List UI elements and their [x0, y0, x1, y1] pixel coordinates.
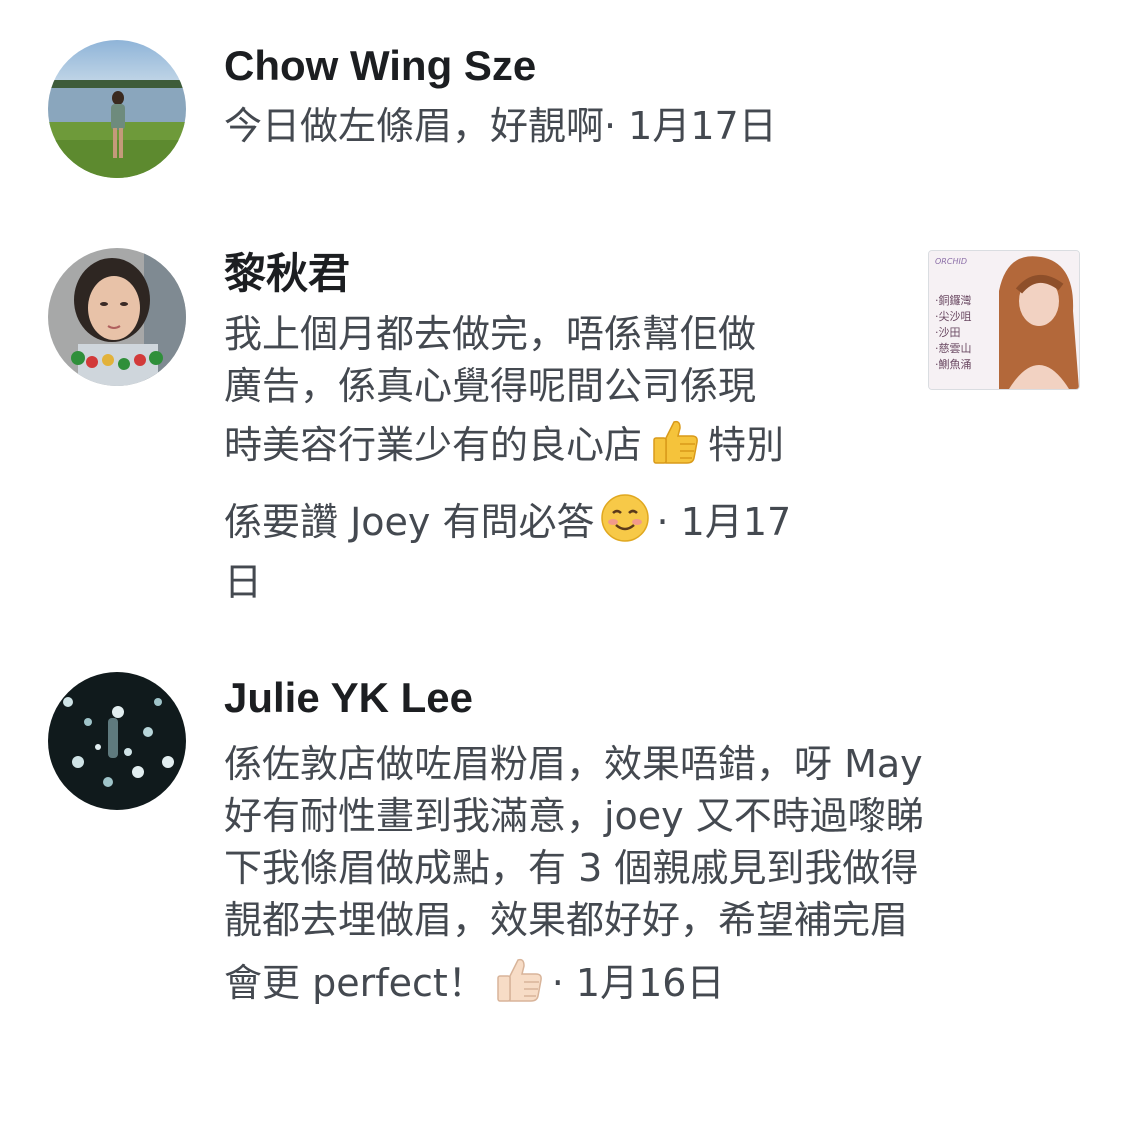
comment-line: 時美容行業少有的良心店 — [224, 423, 643, 467]
avatar-photo — [48, 672, 186, 810]
comment-body: Julie YK Lee 係佐敦店做咗眉粉眉，效果唔錯，呀 May 好有耐性畫到… — [224, 672, 924, 1017]
comment-author[interactable]: 黎秋君 — [224, 248, 791, 300]
comment-message: 今日做左條眉，好靚啊 — [224, 104, 605, 148]
comment-line: 會更 perfect！ — [224, 961, 486, 1005]
comment-author[interactable]: Chow Wing Sze — [224, 40, 777, 92]
comment-date-continued[interactable]: 日 — [224, 556, 791, 608]
comment-date[interactable]: · 1月17 — [656, 500, 791, 544]
comment-body: Chow Wing Sze 今日做左條眉，好靚啊· 1月17日 — [224, 40, 777, 152]
attachment-thumbnail[interactable]: ORCHID ·銅鑼灣 ·尖沙咀 ·沙田 ·慈雲山 ·鰂魚涌 — [928, 250, 1080, 390]
branch-item: ·銅鑼灣 — [935, 294, 972, 307]
thumbs-up-icon — [648, 418, 702, 479]
comment-line: 靚都去埋做眉，效果都好好，希望補完眉 — [224, 898, 909, 942]
comment-line: 廣告，係真心覺得呢間公司係現 — [224, 364, 757, 408]
branch-list: ·銅鑼灣 ·尖沙咀 ·沙田 ·慈雲山 ·鰂魚涌 — [935, 293, 972, 373]
comment-text: 係佐敦店做咗眉粉眉，效果唔錯，呀 May 好有耐性畫到我滿意，joey 又不時過… — [224, 738, 924, 1017]
branch-item: ·沙田 — [935, 326, 961, 339]
thumbs-up-light-icon — [492, 956, 546, 1017]
avatar[interactable] — [48, 672, 186, 810]
branch-item: ·鰂魚涌 — [935, 358, 972, 371]
avatar[interactable] — [48, 248, 186, 386]
logo-icon: ORCHID — [935, 257, 967, 266]
branch-item: ·慈雲山 — [935, 342, 972, 355]
comment-line: 我上個月都去做完，唔係幫佢做 — [224, 312, 757, 356]
avatar-photo — [48, 40, 186, 178]
comment-line: 下我條眉做成點，有 3 個親戚見到我做得 — [224, 846, 919, 890]
comment-line: 係佐敦店做咗眉粉眉，效果唔錯，呀 May — [224, 742, 923, 786]
comment-body: 黎秋君 我上個月都去做完，唔係幫佢做 廣告，係真心覺得呢間公司係現 時美容行業少… — [224, 248, 791, 608]
comment-text: 今日做左條眉，好靚啊· 1月17日 — [224, 100, 777, 152]
comment-date[interactable]: · 1月16日 — [552, 961, 725, 1005]
comment-date[interactable]: · 1月17日 — [604, 104, 777, 148]
comment-author[interactable]: Julie YK Lee — [224, 672, 924, 724]
comment-line: 特別 — [708, 423, 785, 467]
avatar-photo — [48, 248, 186, 386]
avatar[interactable] — [48, 40, 186, 178]
branch-item: ·尖沙咀 — [935, 310, 972, 323]
smiling-face-icon — [600, 493, 650, 556]
comment-line: 係要讚 Joey 有問必答 — [224, 500, 595, 544]
comment-line: 好有耐性畫到我滿意，joey 又不時過嚟睇 — [224, 794, 924, 838]
comment-text: 我上個月都去做完，唔係幫佢做 廣告，係真心覺得呢間公司係現 時美容行業少有的良心… — [224, 308, 791, 608]
